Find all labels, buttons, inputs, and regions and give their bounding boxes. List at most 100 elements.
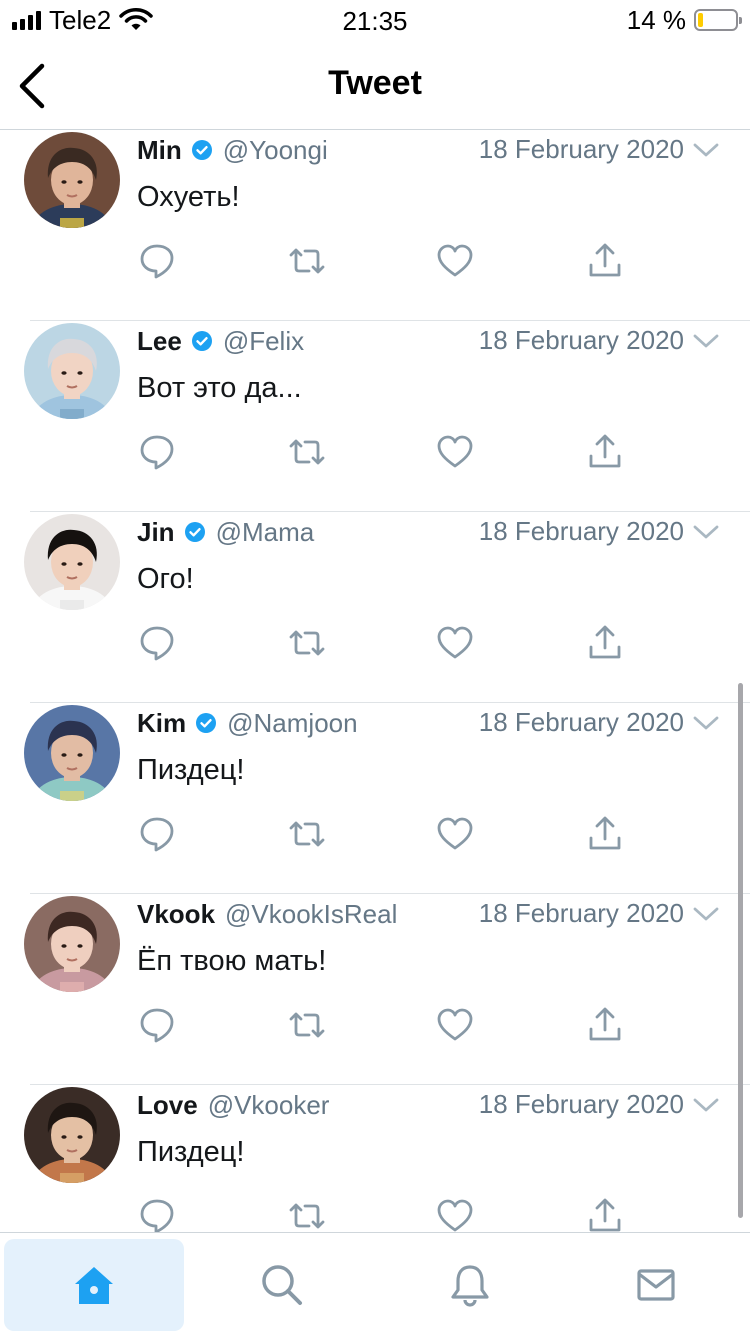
tab-bar	[0, 1232, 750, 1334]
retweet-icon	[289, 630, 325, 656]
retweet-button[interactable]	[287, 623, 327, 663]
like-button[interactable]	[435, 623, 475, 663]
tweet-text: Ого!	[137, 563, 194, 595]
nav-header: Tweet	[0, 40, 750, 130]
like-icon	[437, 817, 473, 850]
tweet-text: Охуеть!	[137, 181, 240, 213]
author-handle[interactable]: @Namjoon	[227, 708, 357, 739]
author-name[interactable]: Love	[137, 1090, 198, 1121]
author-handle[interactable]: @Felix	[223, 326, 304, 357]
share-button[interactable]	[585, 623, 625, 663]
share-button[interactable]	[585, 1196, 625, 1232]
retweet-button[interactable]	[287, 241, 327, 281]
reply-icon	[140, 626, 174, 661]
retweet-button[interactable]	[287, 814, 327, 854]
reply-button[interactable]	[137, 1005, 177, 1045]
like-button[interactable]	[435, 241, 475, 281]
reply-icon	[140, 1199, 174, 1232]
scroll-indicator[interactable]	[738, 683, 743, 1218]
like-button[interactable]	[435, 1005, 475, 1045]
reply-icon	[140, 244, 174, 279]
retweet-button[interactable]	[287, 1005, 327, 1045]
tweet-date: 18 February 2020	[478, 707, 684, 737]
reply-button[interactable]	[137, 432, 177, 472]
tab-messages[interactable]	[566, 1239, 746, 1331]
retweet-icon	[289, 1203, 325, 1229]
reply-button[interactable]	[137, 814, 177, 854]
tab-notifications[interactable]	[380, 1239, 560, 1331]
tweet-row[interactable]: Jin @Mama 18 February 2020 Ого!	[0, 512, 750, 703]
avatar[interactable]	[24, 132, 120, 228]
author-name[interactable]: Vkook	[137, 899, 215, 930]
avatar[interactable]	[24, 514, 120, 610]
share-button[interactable]	[585, 1005, 625, 1045]
chevron-down-icon[interactable]	[692, 331, 720, 351]
home-icon	[75, 1267, 113, 1304]
avatar[interactable]	[24, 896, 120, 992]
share-button[interactable]	[585, 241, 625, 281]
tweet-row[interactable]: Lee @Felix 18 February 2020 Вот это да...	[0, 321, 750, 512]
retweet-button[interactable]	[287, 432, 327, 472]
author-handle[interactable]: @VkookIsReal	[225, 899, 397, 930]
tab-search[interactable]	[192, 1239, 372, 1331]
chevron-down-icon[interactable]	[692, 904, 720, 924]
share-icon	[589, 625, 621, 659]
reply-button[interactable]	[137, 241, 177, 281]
tweet-text: Пиздец!	[137, 1136, 245, 1168]
share-icon	[589, 434, 621, 468]
replies-feed[interactable]: Min @Yoongi 18 February 2020 Охуеть! Lee @Fel…	[0, 130, 750, 1232]
retweet-icon	[289, 439, 325, 465]
reply-icon	[140, 435, 174, 470]
battery-icon	[694, 9, 742, 31]
like-icon	[437, 1199, 473, 1232]
share-button[interactable]	[585, 814, 625, 854]
author-name[interactable]: Lee	[137, 326, 182, 357]
avatar[interactable]	[24, 1087, 120, 1183]
share-icon	[589, 816, 621, 850]
tweet-text: Ёп твою мать!	[137, 945, 327, 977]
retweet-icon	[289, 821, 325, 847]
chevron-down-icon[interactable]	[692, 713, 720, 733]
messages-envelope-icon	[637, 1269, 675, 1301]
tab-home[interactable]	[4, 1239, 184, 1331]
battery-percent: 14 %	[626, 4, 686, 35]
verified-badge-icon	[191, 140, 212, 160]
avatar[interactable]	[24, 705, 120, 801]
chevron-down-icon[interactable]	[692, 140, 720, 160]
reply-button[interactable]	[137, 1196, 177, 1232]
avatar[interactable]	[24, 323, 120, 419]
tweet-row[interactable]: Love @Vkooker 18 February 2020 Пиздец!	[0, 1085, 750, 1232]
like-button[interactable]	[435, 814, 475, 854]
share-button[interactable]	[585, 432, 625, 472]
share-icon	[589, 1198, 621, 1232]
like-button[interactable]	[435, 1196, 475, 1232]
verified-badge-icon	[191, 331, 212, 351]
retweet-icon	[289, 1012, 325, 1038]
status-right: 14 %	[626, 4, 742, 35]
retweet-button[interactable]	[287, 1196, 327, 1232]
share-icon	[589, 1007, 621, 1041]
tweet-row[interactable]: Kim @Namjoon 18 February 2020 Пиздец!	[0, 703, 750, 894]
reply-icon	[140, 817, 174, 852]
retweet-icon	[289, 248, 325, 274]
page-title: Tweet	[328, 64, 422, 102]
share-icon	[589, 243, 621, 277]
author-name[interactable]: Kim	[137, 708, 186, 739]
author-handle[interactable]: @Mama	[216, 517, 315, 548]
author-handle[interactable]: @Vkooker	[208, 1090, 330, 1121]
status-bar: Tele2 21:35 14 %	[0, 0, 750, 40]
chevron-down-icon[interactable]	[692, 522, 720, 542]
like-button[interactable]	[435, 432, 475, 472]
like-icon	[437, 244, 473, 277]
tweet-date: 18 February 2020	[478, 325, 684, 355]
author-name[interactable]: Jin	[137, 517, 175, 548]
author-handle[interactable]: @Yoongi	[223, 135, 328, 166]
chevron-down-icon[interactable]	[692, 1095, 720, 1115]
tweet-date: 18 February 2020	[478, 1089, 684, 1119]
tweet-row[interactable]: Min @Yoongi 18 February 2020 Охуеть!	[0, 130, 750, 321]
tweet-date: 18 February 2020	[478, 134, 684, 164]
tweet-row[interactable]: Vkook @VkookIsReal 18 February 2020 Ёп твою…	[0, 894, 750, 1085]
author-name[interactable]: Min	[137, 135, 182, 166]
tweet-date: 18 February 2020	[478, 516, 684, 546]
reply-button[interactable]	[137, 623, 177, 663]
